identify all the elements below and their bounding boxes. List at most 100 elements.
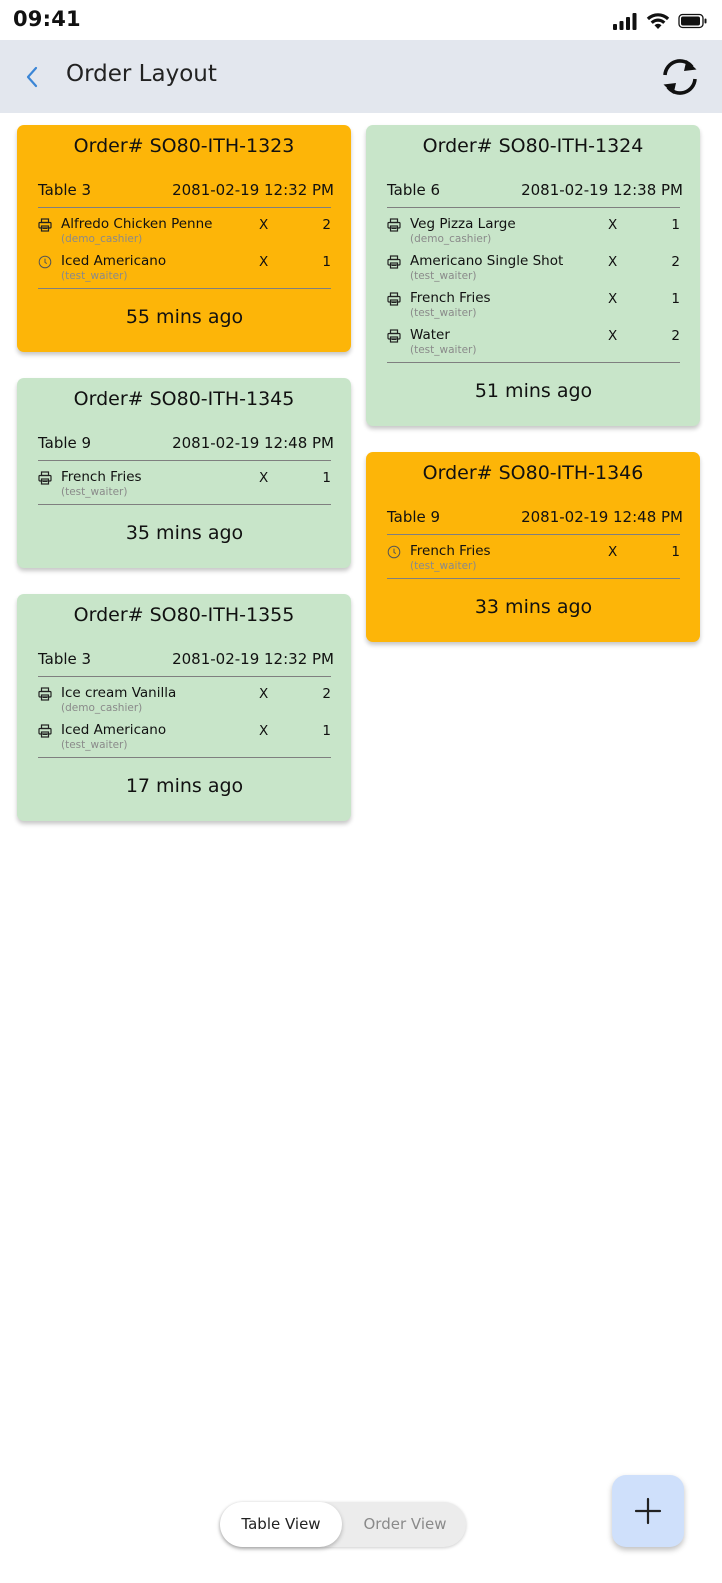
page-title: Order Layout [66,61,217,87]
item-user: (test_waiter) [61,486,128,498]
refresh-icon [663,59,697,95]
order-items: Ice cream Vanilla (demo_cashier) X 2 Iced Am… [38,676,331,757]
item-quantity: 2 [322,686,331,702]
table-view-tab[interactable]: Table View [220,1502,342,1547]
order-items: Alfredo Chicken Penne (demo_cashier) X 2 Ice… [38,207,331,288]
clock-icon [387,544,401,559]
order-card[interactable]: Order# SO80-ITH-1323 Table 3 2081-02-19 12… [17,125,351,352]
order-item: French Fries (test_waiter) X 1 [387,288,680,325]
order-card[interactable]: Order# SO80-ITH-1355 Table 3 2081-02-19 12… [17,594,351,821]
item-name: Veg Pizza Large [410,216,516,232]
table-label: Table 9 [387,508,441,526]
item-quantity: 2 [322,217,331,233]
order-meta: Table 6 2081-02-19 12:38 PM [366,169,700,207]
order-datetime: 2081-02-19 12:32 PM [172,181,334,199]
order-item: Iced Americano (test_waiter) X 1 [38,251,331,288]
refresh-button[interactable] [658,55,702,99]
status-time: 09:41 [13,7,81,31]
order-item: French Fries (test_waiter) X 1 [387,541,680,578]
order-column-right: Order# SO80-ITH-1324 Table 6 2081-02-19 12… [366,125,700,668]
table-label: Table 3 [38,181,92,199]
order-meta: Table 9 2081-02-19 12:48 PM [366,496,700,534]
item-user: (test_waiter) [61,270,128,282]
order-card[interactable]: Order# SO80-ITH-1324 Table 6 2081-02-19 12… [366,125,700,426]
item-multiplier: X [608,544,618,560]
item-name: French Fries [410,290,491,306]
order-items: French Fries (test_waiter) X 1 [387,534,680,578]
order-item: Water (test_waiter) X 2 [387,325,680,362]
elapsed-time: 55 mins ago [38,288,331,352]
elapsed-time: 33 mins ago [387,578,680,642]
item-multiplier: X [259,470,269,486]
item-quantity: 1 [322,254,331,270]
order-item: Alfredo Chicken Penne (demo_cashier) X 2 [38,214,331,251]
item-user: (test_waiter) [410,560,477,572]
chevron-left-icon [26,66,38,88]
item-quantity: 1 [322,470,331,486]
item-name: Iced Americano [61,722,167,738]
order-item: French Fries (test_waiter) X 1 [38,467,331,504]
printer-icon [38,217,52,232]
item-name: Americano Single Shot [410,253,564,269]
status-icons [612,12,708,30]
battery-icon [678,13,707,29]
item-name: French Fries [410,543,491,559]
item-quantity: 1 [322,723,331,739]
elapsed-time: 51 mins ago [387,362,680,426]
item-multiplier: X [259,217,269,233]
item-multiplier: X [608,291,618,307]
order-meta: Table 9 2081-02-19 12:48 PM [17,422,351,460]
order-meta: Table 3 2081-02-19 12:32 PM [17,169,351,207]
item-user: (demo_cashier) [61,233,143,245]
order-column-left: Order# SO80-ITH-1323 Table 3 2081-02-19 12… [17,125,351,847]
item-quantity: 1 [671,217,680,233]
printer-icon [38,470,52,485]
order-datetime: 2081-02-19 12:38 PM [521,181,683,199]
item-quantity: 2 [671,328,680,344]
order-item: Ice cream Vanilla (demo_cashier) X 2 [38,683,331,720]
printer-icon [387,254,401,269]
item-multiplier: X [259,686,269,702]
order-item: Veg Pizza Large (demo_cashier) X 1 [387,214,680,251]
printer-icon [387,291,401,306]
printer-icon [38,686,52,701]
order-number: Order# SO80-ITH-1345 [73,388,295,410]
order-item: Iced Americano (test_waiter) X 1 [38,720,331,757]
item-multiplier: X [608,217,618,233]
back-button[interactable] [18,62,46,92]
order-number: Order# SO80-ITH-1355 [73,604,295,626]
item-multiplier: X [259,723,269,739]
order-number: Order# SO80-ITH-1346 [422,462,644,484]
clock-icon [38,254,52,269]
order-card[interactable]: Order# SO80-ITH-1346 Table 9 2081-02-19 12… [366,452,700,642]
item-user: (demo_cashier) [61,702,143,714]
order-item: Americano Single Shot (test_waiter) X 2 [387,251,680,288]
item-quantity: 1 [671,291,680,307]
add-order-button[interactable] [612,1475,684,1547]
item-quantity: 2 [671,254,680,270]
item-multiplier: X [608,328,618,344]
order-items: Veg Pizza Large (demo_cashier) X 1 Americano… [387,207,680,362]
order-number: Order# SO80-ITH-1323 [73,135,295,157]
signal-icon [613,13,637,30]
printer-icon [387,217,401,232]
item-name: Ice cream Vanilla [61,685,177,701]
item-quantity: 1 [671,544,680,560]
order-datetime: 2081-02-19 12:48 PM [521,508,683,526]
elapsed-time: 35 mins ago [38,504,331,568]
item-multiplier: X [608,254,618,270]
order-meta: Table 3 2081-02-19 12:32 PM [17,638,351,676]
app-header: Order Layout [0,40,722,113]
table-label: Table 6 [387,181,441,199]
order-datetime: 2081-02-19 12:32 PM [172,650,334,668]
item-name: Iced Americano [61,253,167,269]
item-user: (demo_cashier) [410,233,492,245]
printer-icon [387,328,401,343]
order-view-tab[interactable]: Order View [344,1502,466,1547]
order-datetime: 2081-02-19 12:48 PM [172,434,334,452]
item-user: (test_waiter) [61,739,128,751]
elapsed-time: 17 mins ago [38,757,331,821]
printer-icon [38,723,52,738]
order-card[interactable]: Order# SO80-ITH-1345 Table 9 2081-02-19 12… [17,378,351,568]
item-user: (test_waiter) [410,270,477,282]
